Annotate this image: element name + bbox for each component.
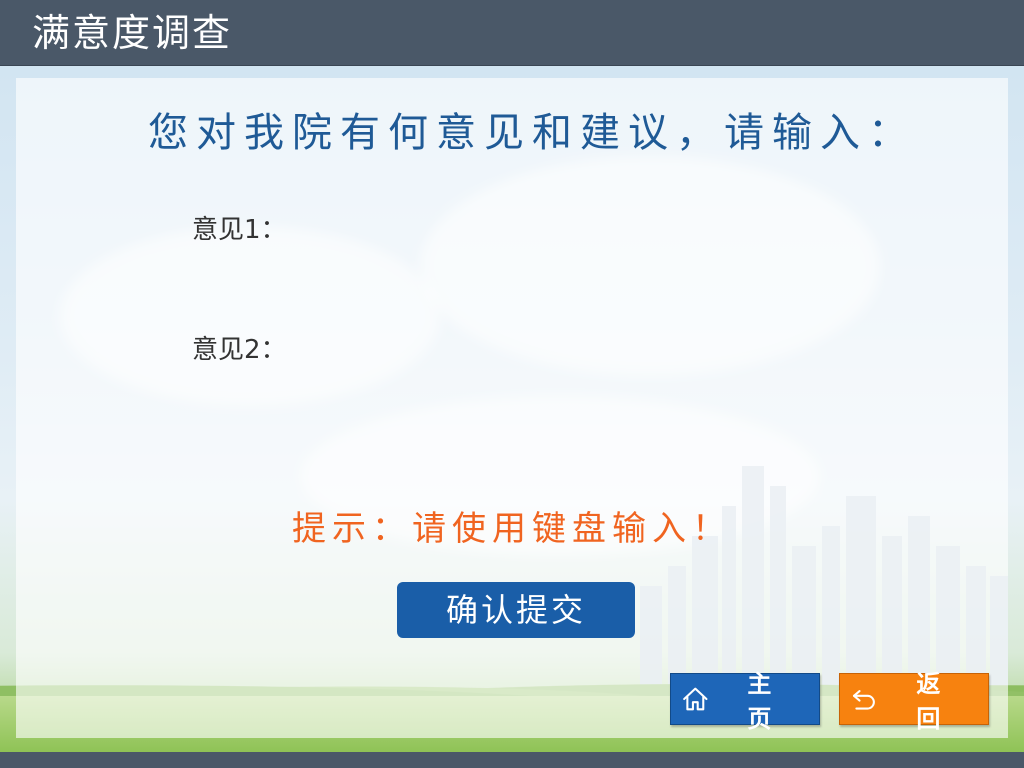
home-button-label: 主 页 [747, 670, 794, 733]
page-title: 满意度调查 [32, 11, 233, 55]
bottom-bar [0, 752, 1024, 768]
opinion-2-label: 意见2： [192, 335, 287, 365]
submit-button[interactable]: 确认提交 [397, 582, 635, 638]
opinion-2-input[interactable] [300, 330, 864, 372]
home-button[interactable]: 主 页 [670, 670, 820, 733]
back-button[interactable]: 返 回 [839, 670, 989, 733]
survey-question: 您对我院有何意见和建议，请输入： [148, 110, 916, 156]
opinion-1-label: 意见1： [192, 215, 287, 245]
back-button-label: 返 回 [916, 670, 963, 733]
back-arrow-icon [852, 690, 875, 710]
content-panel [16, 78, 1008, 738]
opinion-1-input[interactable] [300, 210, 864, 252]
header-bar: 满意度调查 [0, 0, 1024, 66]
home-icon [683, 687, 708, 711]
input-hint: 提示：请使用键盘输入！ [292, 509, 732, 549]
